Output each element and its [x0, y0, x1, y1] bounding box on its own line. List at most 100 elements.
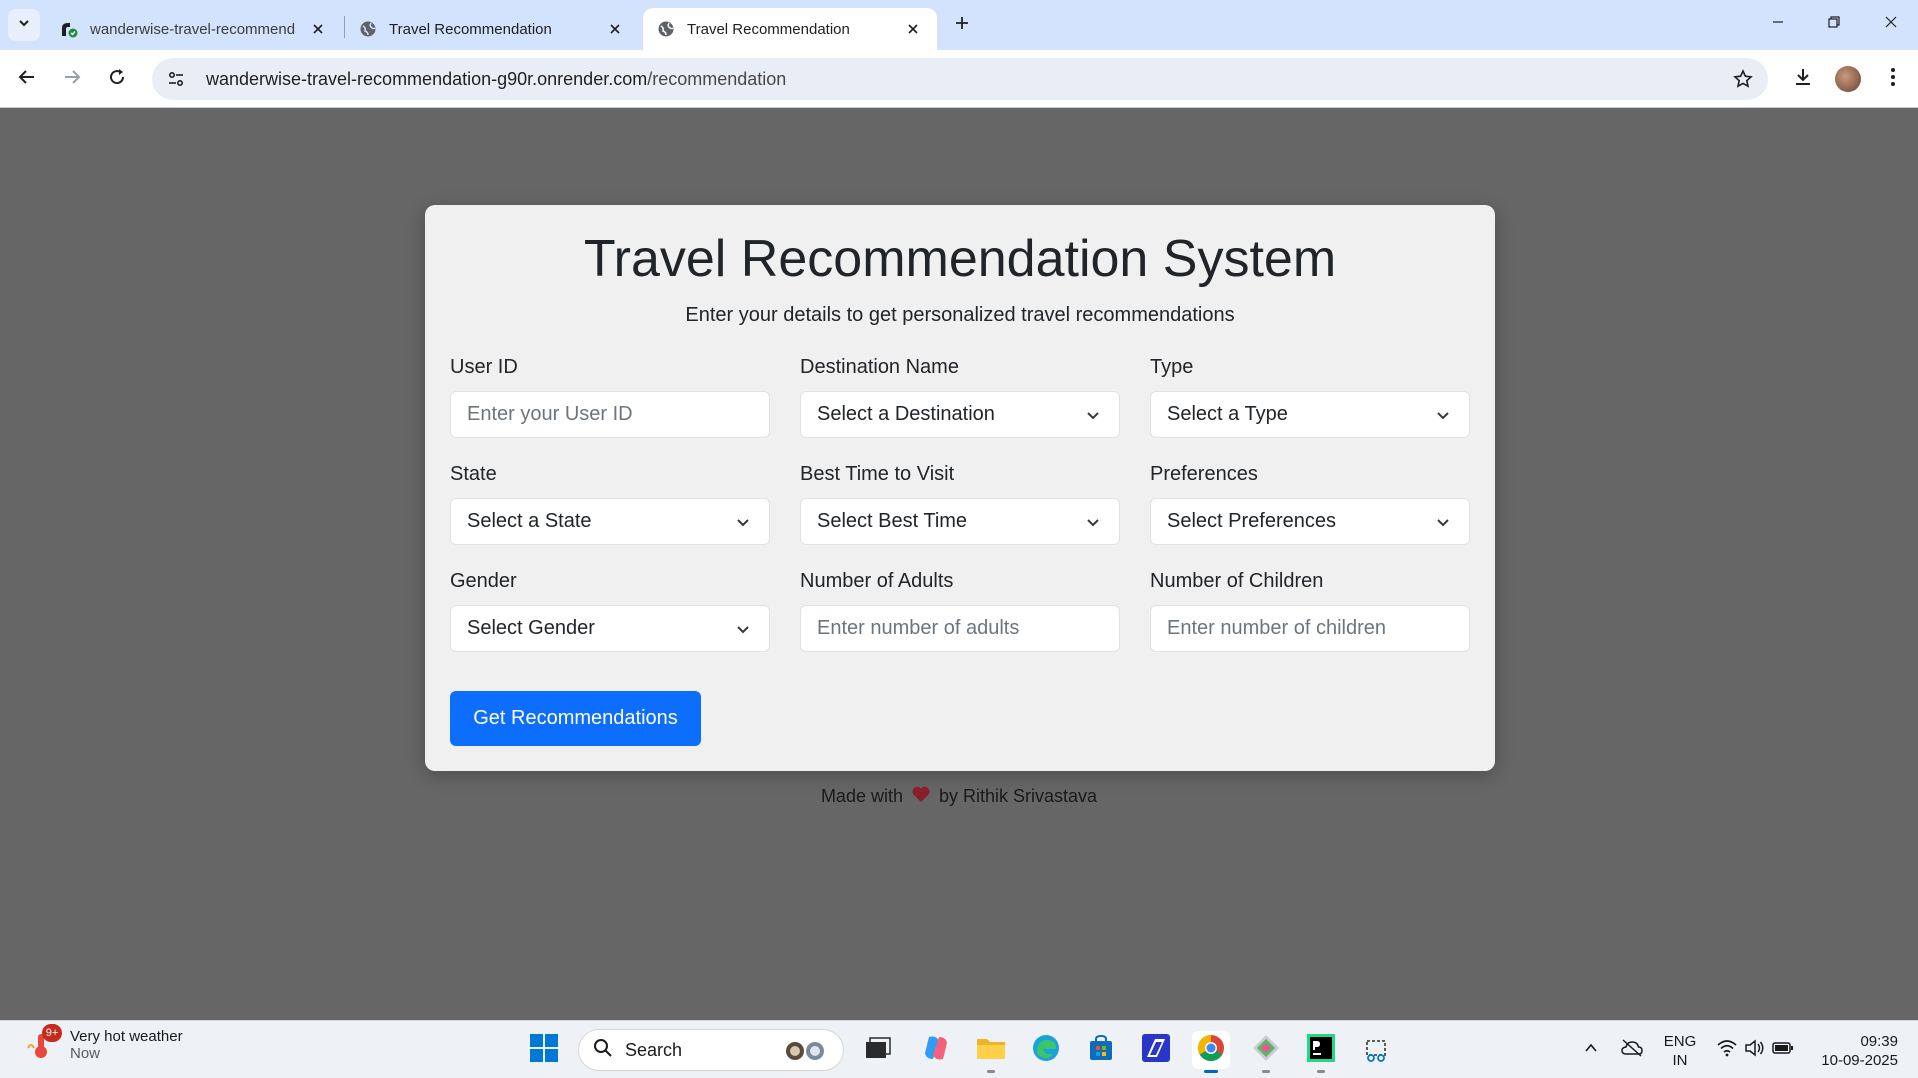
best-time-select[interactable]: Select Best Time [800, 498, 1120, 545]
tab-title: Travel Recommendation [687, 20, 850, 38]
start-button[interactable] [525, 1031, 563, 1069]
show-hidden-icons-button[interactable] [1576, 1031, 1606, 1069]
back-button[interactable] [9, 61, 45, 97]
search-icon [593, 1038, 613, 1063]
destination-field: Destination Name Select a Destination [800, 355, 1120, 438]
search-label: Search [625, 1039, 683, 1060]
language-line-2: IN [1672, 1052, 1688, 1069]
close-icon[interactable] [605, 19, 625, 39]
minimize-icon [1771, 15, 1785, 34]
diamond-app-icon [1251, 1033, 1281, 1068]
notification-badge: 9+ [42, 1024, 62, 1042]
best-time-label: Best Time to Visit [800, 463, 955, 485]
children-input[interactable]: Enter number of children [1150, 605, 1470, 652]
chevron-down-icon [1083, 512, 1103, 532]
app-button-2[interactable] [1247, 1031, 1285, 1073]
cloud-off-icon [1620, 1038, 1644, 1063]
language-line-1: ENG [1663, 1033, 1697, 1050]
active-indicator [1204, 1070, 1218, 1073]
task-view-icon [864, 1036, 892, 1065]
windows-logo-icon [529, 1033, 559, 1068]
type-label: Type [1150, 356, 1194, 378]
running-indicator [1317, 1070, 1325, 1073]
clock[interactable]: 09:39 10-09-2025 [1812, 1032, 1898, 1070]
preferences-select[interactable]: Select Preferences [1150, 498, 1470, 545]
edge-button[interactable] [1027, 1031, 1065, 1069]
volume-icon [1744, 1038, 1766, 1062]
chevron-down-icon [733, 619, 753, 639]
page-title: Travel Recommendation System [583, 230, 1337, 288]
clock-time: 09:39 [1860, 1033, 1898, 1050]
close-icon[interactable] [308, 19, 328, 39]
pycharm-button[interactable] [1302, 1031, 1340, 1073]
best-time-select-value: Select Best Time [817, 510, 968, 532]
chevron-down-icon [1433, 405, 1453, 425]
type-select[interactable]: Select a Type [1150, 391, 1470, 438]
address-bar[interactable]: wanderwise-travel-recommendation-g90r.on… [152, 58, 1768, 100]
preferences-select-value: Select Preferences [1167, 510, 1336, 532]
app-button[interactable] [1137, 1031, 1175, 1069]
get-recommendations-button[interactable]: Get Recommendations [450, 691, 701, 746]
minimize-button[interactable] [1755, 8, 1801, 40]
recommendation-form-card: Travel Recommendation System Enter your … [425, 205, 1495, 771]
onedrive-button[interactable] [1616, 1031, 1648, 1069]
chrome-icon [1196, 1033, 1226, 1068]
adults-field: Number of Adults Enter number of adults [800, 569, 1120, 652]
tab-title: wanderwise-travel-recommend [90, 20, 296, 38]
bookmark-star-icon[interactable] [1728, 64, 1758, 94]
arrow-right-icon [62, 67, 82, 92]
tab-3-active[interactable]: Travel Recommendation [643, 8, 937, 50]
snipping-tool-button[interactable] [1357, 1031, 1395, 1069]
preferences-field: Preferences Select Preferences [1150, 462, 1470, 545]
close-icon [1884, 15, 1898, 34]
best-time-field: Best Time to Visit Select Best Time [800, 462, 1120, 545]
state-select[interactable]: Select a State [450, 498, 770, 545]
forward-button[interactable] [54, 61, 90, 97]
restore-button[interactable] [1811, 8, 1857, 40]
destination-select[interactable]: Select a Destination [800, 391, 1120, 438]
url-domain: wanderwise-travel-recommendation-g90r.on… [206, 68, 648, 89]
adults-input[interactable]: Enter number of adults [800, 605, 1120, 652]
user-id-label: User ID [450, 356, 518, 378]
new-tab-button[interactable] [948, 11, 976, 39]
gender-label: Gender [450, 570, 517, 592]
page-subtitle: Enter your details to get personalized t… [685, 304, 1235, 326]
reload-icon [107, 67, 127, 92]
clock-date: 10-09-2025 [1821, 1052, 1898, 1069]
language-indicator[interactable]: ENG IN [1662, 1032, 1698, 1070]
snipping-tool-icon [1361, 1033, 1391, 1068]
store-button[interactable] [1082, 1031, 1120, 1069]
weather-text: Very hot weather Now [70, 1028, 183, 1062]
close-window-button[interactable] [1868, 8, 1914, 40]
close-icon[interactable] [903, 19, 923, 39]
windows-taskbar: 9+ Very hot weather Now Search ENG IN 09… [0, 1020, 1918, 1078]
taskbar-search[interactable]: Search [578, 1029, 844, 1071]
tab-search-button[interactable] [8, 9, 40, 41]
browser-menu-button[interactable] [1875, 61, 1911, 97]
footer: Made with by Rithik Srivastava [0, 785, 1918, 808]
tab-1[interactable]: wanderwise-travel-recommend [46, 8, 342, 50]
file-explorer-button[interactable] [972, 1031, 1010, 1073]
profile-button[interactable] [1830, 61, 1866, 97]
more-vert-icon [1890, 67, 1896, 92]
site-info-icon[interactable] [158, 61, 194, 97]
user-id-input[interactable]: Enter your User ID [450, 391, 770, 438]
download-icon [1793, 67, 1813, 92]
downloads-button[interactable] [1785, 61, 1821, 97]
weather-widget[interactable]: 9+ Very hot weather Now [24, 1024, 183, 1062]
tab-2[interactable]: Travel Recommendation [345, 8, 639, 50]
url-path: /recommendation [647, 68, 787, 89]
edge-icon [1031, 1033, 1061, 1068]
browser-toolbar: wanderwise-travel-recommendation-g90r.on… [0, 50, 1918, 108]
task-view-button[interactable] [859, 1031, 897, 1069]
gender-select[interactable]: Select Gender [450, 605, 770, 652]
quick-settings-button[interactable] [1710, 1031, 1800, 1069]
state-label: State [450, 463, 497, 485]
copilot-button[interactable] [917, 1031, 955, 1069]
reload-button[interactable] [99, 61, 135, 97]
tab-title: Travel Recommendation [389, 20, 552, 38]
chevron-down-icon [733, 512, 753, 532]
chrome-button[interactable] [1192, 1031, 1230, 1073]
arrow-left-icon [17, 67, 37, 92]
browser-tab-strip: wanderwise-travel-recommend Travel Recom… [0, 0, 1918, 50]
